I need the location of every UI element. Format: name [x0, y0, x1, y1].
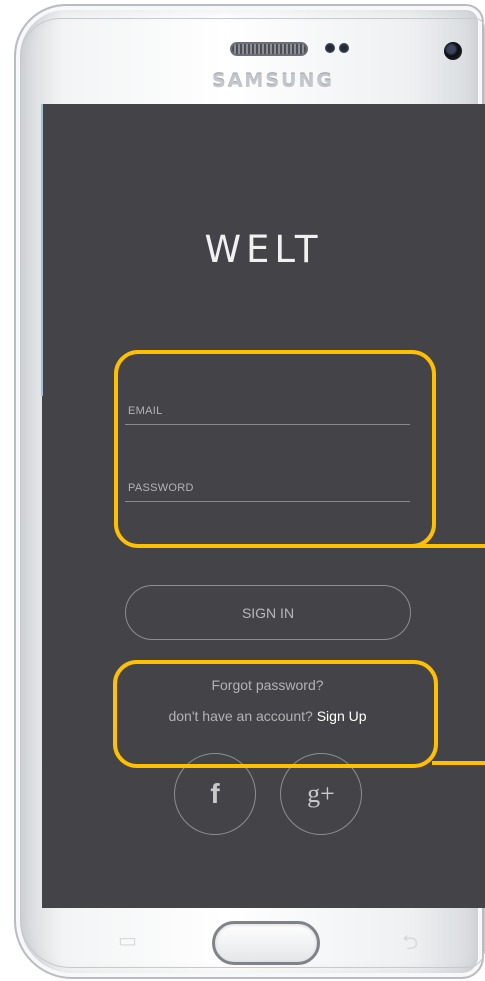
proximity-sensor — [325, 43, 335, 53]
email-input[interactable] — [125, 381, 410, 424]
forgot-password-link[interactable]: Forgot password? — [125, 677, 410, 693]
google-plus-icon: g+ — [307, 779, 335, 808]
app-screen: WELT — [42, 104, 485, 908]
google-plus-login-button[interactable]: g+ — [280, 753, 362, 835]
light-sensor — [339, 43, 349, 53]
back-icon[interactable]: ⮌ — [402, 928, 418, 962]
device-brand-logo: SAMSUNG — [212, 70, 334, 92]
sign-up-link[interactable]: Sign Up — [317, 708, 367, 724]
facebook-icon: f — [210, 778, 220, 809]
screen-edge-glare — [41, 104, 43, 396]
password-field — [125, 458, 410, 502]
facebook-login-button[interactable]: f — [174, 753, 256, 835]
app-logo: WELT — [204, 228, 323, 271]
earpiece-speaker — [230, 42, 308, 56]
front-camera — [444, 42, 462, 60]
no-account-text: don't have an account? — [168, 708, 313, 724]
sign-in-button[interactable]: SIGN IN — [125, 585, 411, 640]
home-button[interactable] — [212, 921, 320, 965]
password-input[interactable] — [125, 458, 410, 501]
email-field — [125, 381, 410, 425]
recent-apps-icon[interactable]: ▭ — [118, 928, 137, 952]
signup-prompt: don't have an account? Sign Up — [125, 708, 410, 724]
